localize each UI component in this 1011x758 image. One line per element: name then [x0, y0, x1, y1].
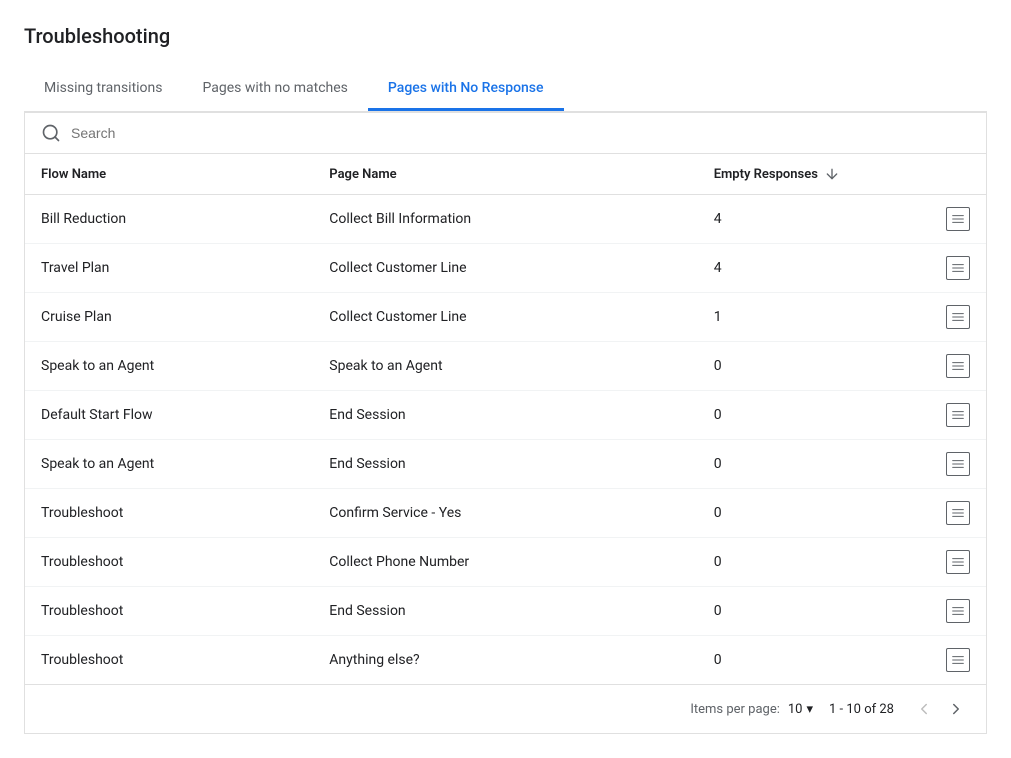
cell-flow-name: Cruise Plan — [25, 293, 313, 342]
table-row: Cruise Plan Collect Customer Line 1 — [25, 293, 986, 342]
view-details-icon[interactable] — [946, 501, 970, 525]
cell-flow-name: Troubleshoot — [25, 538, 313, 587]
cell-action-icon[interactable] — [890, 538, 986, 587]
page-title: Troubleshooting — [24, 24, 987, 48]
table-row: Speak to an Agent End Session 0 — [25, 440, 986, 489]
items-per-page-control: Items per page: 10 ▾ — [690, 702, 813, 717]
cell-empty-responses: 0 — [698, 538, 890, 587]
search-input[interactable] — [71, 125, 970, 141]
col-header-flow-name: Flow Name — [25, 154, 313, 195]
items-per-page-label: Items per page: — [690, 702, 780, 717]
col-header-actions — [890, 154, 986, 195]
cell-action-icon[interactable] — [890, 244, 986, 293]
cell-page-name: Collect Customer Line — [313, 293, 697, 342]
cell-empty-responses: 4 — [698, 244, 890, 293]
cell-flow-name: Troubleshoot — [25, 489, 313, 538]
view-details-icon[interactable] — [946, 648, 970, 672]
cell-action-icon[interactable] — [890, 342, 986, 391]
cell-empty-responses: 0 — [698, 489, 890, 538]
cell-action-icon[interactable] — [890, 587, 986, 636]
cell-action-icon[interactable] — [890, 440, 986, 489]
col-header-empty-responses[interactable]: Empty Responses — [698, 154, 890, 195]
cell-flow-name: Speak to an Agent — [25, 440, 313, 489]
table-row: Bill Reduction Collect Bill Information … — [25, 195, 986, 244]
data-table: Flow Name Page Name Empty Responses — [25, 154, 986, 684]
cell-page-name: Collect Phone Number — [313, 538, 697, 587]
cell-action-icon[interactable] — [890, 489, 986, 538]
cell-action-icon[interactable] — [890, 195, 986, 244]
table-row: Troubleshoot End Session 0 — [25, 587, 986, 636]
cell-flow-name: Bill Reduction — [25, 195, 313, 244]
cell-action-icon[interactable] — [890, 391, 986, 440]
cell-flow-name: Default Start Flow — [25, 391, 313, 440]
tab-missing-transitions[interactable]: Missing transitions — [24, 68, 183, 111]
search-bar — [25, 113, 986, 154]
pagination-bar: Items per page: 10 ▾ 1 - 10 of 28 — [25, 684, 986, 733]
cell-page-name: Collect Bill Information — [313, 195, 697, 244]
view-details-icon[interactable] — [946, 207, 970, 231]
cell-page-name: Anything else? — [313, 636, 697, 685]
cell-flow-name: Troubleshoot — [25, 636, 313, 685]
table-row: Default Start Flow End Session 0 — [25, 391, 986, 440]
table-row: Speak to an Agent Speak to an Agent 0 — [25, 342, 986, 391]
cell-page-name: End Session — [313, 587, 697, 636]
cell-flow-name: Troubleshoot — [25, 587, 313, 636]
per-page-chevron-icon: ▾ — [807, 702, 814, 717]
view-details-icon[interactable] — [946, 403, 970, 427]
data-table-container: Flow Name Page Name Empty Responses — [24, 112, 987, 734]
cell-empty-responses: 1 — [698, 293, 890, 342]
table-row: Troubleshoot Anything else? 0 — [25, 636, 986, 685]
cell-page-name: End Session — [313, 440, 697, 489]
tab-pages-no-response[interactable]: Pages with No Response — [368, 68, 564, 111]
cell-empty-responses: 0 — [698, 342, 890, 391]
cell-empty-responses: 0 — [698, 587, 890, 636]
per-page-select[interactable]: 10 ▾ — [788, 702, 813, 717]
cell-action-icon[interactable] — [890, 636, 986, 685]
cell-page-name: End Session — [313, 391, 697, 440]
page-range: 1 - 10 of 28 — [829, 702, 894, 717]
cell-empty-responses: 0 — [698, 636, 890, 685]
per-page-value: 10 — [788, 702, 803, 717]
cell-flow-name: Speak to an Agent — [25, 342, 313, 391]
cell-flow-name: Travel Plan — [25, 244, 313, 293]
table-row: Troubleshoot Confirm Service - Yes 0 — [25, 489, 986, 538]
view-details-icon[interactable] — [946, 305, 970, 329]
tab-bar: Missing transitions Pages with no matche… — [24, 68, 987, 112]
view-details-icon[interactable] — [946, 452, 970, 476]
prev-page-button[interactable] — [910, 695, 938, 723]
view-details-icon[interactable] — [946, 550, 970, 574]
cell-empty-responses: 0 — [698, 391, 890, 440]
cell-action-icon[interactable] — [890, 293, 986, 342]
page-navigation — [910, 695, 970, 723]
col-header-page-name: Page Name — [313, 154, 697, 195]
cell-page-name: Collect Customer Line — [313, 244, 697, 293]
search-icon — [41, 123, 61, 143]
cell-page-name: Confirm Service - Yes — [313, 489, 697, 538]
cell-empty-responses: 0 — [698, 440, 890, 489]
cell-empty-responses: 4 — [698, 195, 890, 244]
next-page-button[interactable] — [942, 695, 970, 723]
tab-pages-no-matches[interactable]: Pages with no matches — [183, 68, 368, 111]
cell-page-name: Speak to an Agent — [313, 342, 697, 391]
view-details-icon[interactable] — [946, 256, 970, 280]
sort-arrow-icon — [824, 166, 840, 182]
table-row: Travel Plan Collect Customer Line 4 — [25, 244, 986, 293]
view-details-icon[interactable] — [946, 599, 970, 623]
view-details-icon[interactable] — [946, 354, 970, 378]
table-row: Troubleshoot Collect Phone Number 0 — [25, 538, 986, 587]
